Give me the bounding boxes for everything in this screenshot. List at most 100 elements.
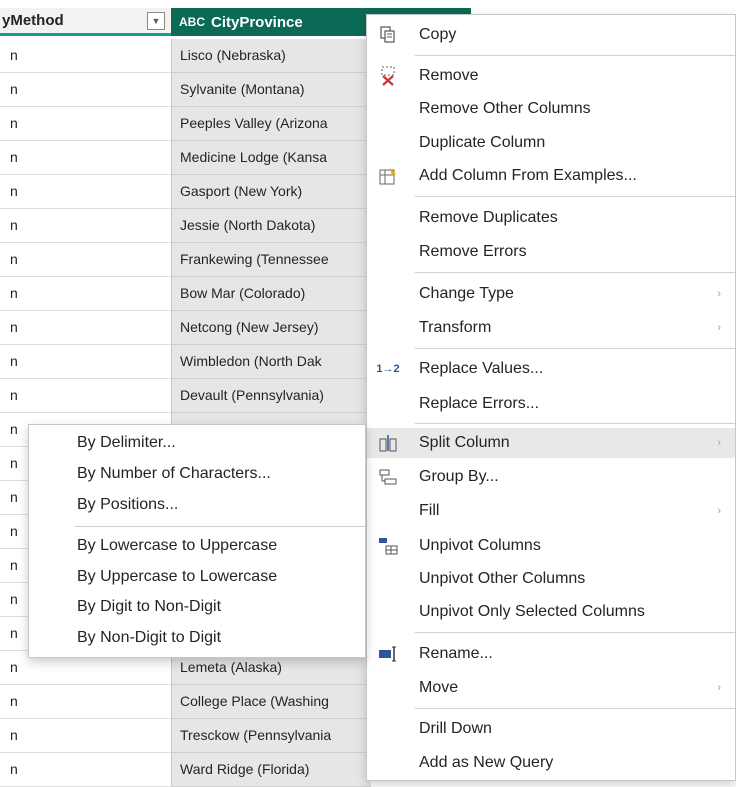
submenu-item-by-number-of-characters[interactable]: By Number of Characters... bbox=[29, 460, 365, 488]
rename-icon bbox=[375, 642, 401, 666]
cityprovince-cell[interactable]: Lisco (Nebraska) bbox=[171, 39, 371, 73]
submenu-item-by-positions[interactable]: By Positions... bbox=[29, 491, 365, 519]
menu-item-label: Remove Other Columns bbox=[419, 100, 591, 117]
method-cell[interactable]: n bbox=[0, 73, 171, 107]
cityprovince-cell[interactable]: Medicine Lodge (Kansa bbox=[171, 141, 371, 175]
method-cell[interactable]: n bbox=[0, 379, 171, 413]
menu-divider bbox=[415, 348, 735, 349]
chevron-right-icon: › bbox=[717, 322, 721, 334]
menu-divider bbox=[415, 272, 735, 273]
cityprovince-cell[interactable]: College Place (Washing bbox=[171, 685, 371, 719]
menu-item-split-column[interactable]: Split Column › bbox=[367, 428, 735, 458]
cityprovince-cell[interactable]: Ward Ridge (Florida) bbox=[171, 753, 371, 787]
method-cell[interactable]: n bbox=[0, 277, 171, 311]
menu-item-move[interactable]: Move › bbox=[367, 673, 735, 703]
cityprovince-cell[interactable]: Jessie (North Dakota) bbox=[171, 209, 371, 243]
submenu-item-label: By Delimiter... bbox=[77, 434, 176, 451]
submenu-item-lowercase-to-uppercase[interactable]: By Lowercase to Uppercase bbox=[29, 532, 365, 560]
menu-divider bbox=[415, 423, 735, 424]
menu-item-replace-values[interactable]: 1→2 Replace Values... bbox=[367, 354, 735, 384]
submenu-item-label: By Uppercase to Lowercase bbox=[77, 568, 278, 585]
menu-item-label: Unpivot Other Columns bbox=[419, 570, 586, 587]
submenu-item-label: By Lowercase to Uppercase bbox=[77, 537, 278, 554]
replace-values-icon: 1→2 bbox=[376, 363, 400, 375]
menu-item-remove-errors[interactable]: Remove Errors bbox=[367, 237, 735, 267]
menu-item-add-as-new-query[interactable]: Add as New Query bbox=[367, 748, 735, 778]
submenu-item-by-delimiter[interactable]: By Delimiter... bbox=[29, 429, 365, 457]
menu-divider bbox=[415, 708, 735, 709]
remove-column-icon bbox=[375, 64, 401, 88]
column-filter-dropdown-icon[interactable]: ▼ bbox=[147, 12, 165, 30]
cityprovince-cell[interactable]: Netcong (New Jersey) bbox=[171, 311, 371, 345]
method-cell[interactable]: n bbox=[0, 753, 171, 787]
method-cell[interactable]: n bbox=[0, 209, 171, 243]
menu-item-remove[interactable]: Remove bbox=[367, 61, 735, 91]
menu-item-label: Unpivot Only Selected Columns bbox=[419, 603, 645, 620]
menu-item-replace-errors[interactable]: Replace Errors... bbox=[367, 389, 735, 419]
cityprovince-cell[interactable]: Wimbledon (North Dak bbox=[171, 345, 371, 379]
menu-item-label: Change Type bbox=[419, 285, 514, 302]
menu-item-label: Fill bbox=[419, 502, 440, 519]
cityprovince-cell[interactable]: Peeples Valley (Arizona bbox=[171, 107, 371, 141]
method-cell[interactable]: n bbox=[0, 345, 171, 379]
cityprovince-cell[interactable]: Tresckow (Pennsylvania bbox=[171, 719, 371, 753]
menu-divider bbox=[415, 55, 735, 56]
copy-icon bbox=[375, 23, 401, 47]
chevron-right-icon: › bbox=[717, 682, 721, 694]
submenu-item-label: By Non-Digit to Digit bbox=[77, 629, 222, 646]
unpivot-icon bbox=[375, 534, 401, 558]
menu-item-label: Unpivot Columns bbox=[419, 537, 541, 554]
menu-divider bbox=[415, 196, 735, 197]
menu-item-label: Rename... bbox=[419, 645, 493, 662]
menu-item-unpivot-other-columns[interactable]: Unpivot Other Columns bbox=[367, 564, 735, 594]
menu-item-drill-down[interactable]: Drill Down bbox=[367, 714, 735, 744]
method-cell[interactable]: n bbox=[0, 107, 171, 141]
text-type-icon[interactable]: ABC bbox=[179, 15, 205, 29]
menu-item-copy[interactable]: Copy bbox=[367, 20, 735, 50]
chevron-right-icon: › bbox=[717, 505, 721, 517]
method-cell[interactable]: n bbox=[0, 39, 171, 73]
menu-item-remove-duplicates[interactable]: Remove Duplicates bbox=[367, 203, 735, 233]
add-column-examples-icon bbox=[375, 164, 401, 188]
menu-item-transform[interactable]: Transform › bbox=[367, 313, 735, 343]
method-cell[interactable]: n bbox=[0, 175, 171, 209]
cityprovince-cell[interactable]: Frankewing (Tennessee bbox=[171, 243, 371, 277]
method-cell[interactable]: n bbox=[0, 243, 171, 277]
submenu-item-uppercase-to-lowercase[interactable]: By Uppercase to Lowercase bbox=[29, 563, 365, 591]
method-cell[interactable]: n bbox=[0, 685, 171, 719]
column-context-menu: Copy Remove Remove Other Columns Duplica… bbox=[366, 14, 736, 781]
menu-item-add-column-from-examples[interactable]: Add Column From Examples... bbox=[367, 161, 735, 191]
menu-item-group-by[interactable]: Group By... bbox=[367, 462, 735, 492]
menu-item-label: Replace Errors... bbox=[419, 395, 540, 412]
menu-divider bbox=[415, 632, 735, 633]
menu-item-unpivot-only-selected-columns[interactable]: Unpivot Only Selected Columns bbox=[367, 597, 735, 627]
submenu-item-digit-to-non-digit[interactable]: By Digit to Non-Digit bbox=[29, 593, 365, 621]
cityprovince-cell[interactable]: Sylvanite (Montana) bbox=[171, 73, 371, 107]
menu-item-label: Split Column bbox=[419, 434, 510, 451]
column-header-method-label: yMethod bbox=[2, 12, 64, 29]
method-cell[interactable]: n bbox=[0, 141, 171, 175]
cityprovince-cell[interactable]: Gasport (New York) bbox=[171, 175, 371, 209]
menu-item-unpivot-columns[interactable]: Unpivot Columns bbox=[367, 531, 735, 561]
group-by-icon bbox=[375, 465, 401, 489]
column-header-cityprovince-label: CityProvince bbox=[211, 13, 303, 31]
submenu-item-label: By Positions... bbox=[77, 496, 179, 513]
chevron-right-icon: › bbox=[717, 288, 721, 300]
menu-item-remove-other-columns[interactable]: Remove Other Columns bbox=[367, 94, 735, 124]
menu-item-fill[interactable]: Fill › bbox=[367, 496, 735, 526]
menu-item-change-type[interactable]: Change Type › bbox=[367, 279, 735, 309]
method-cell[interactable]: n bbox=[0, 311, 171, 345]
menu-item-label: Remove Errors bbox=[419, 243, 527, 260]
menu-item-duplicate-column[interactable]: Duplicate Column bbox=[367, 128, 735, 158]
submenu-item-label: By Number of Characters... bbox=[77, 465, 271, 482]
submenu-item-label: By Digit to Non-Digit bbox=[77, 598, 222, 615]
split-column-icon bbox=[375, 431, 401, 455]
menu-item-label: Add as New Query bbox=[419, 754, 554, 771]
submenu-item-non-digit-to-digit[interactable]: By Non-Digit to Digit bbox=[29, 624, 365, 652]
menu-item-rename[interactable]: Rename... bbox=[367, 639, 735, 669]
method-cell[interactable]: n bbox=[0, 719, 171, 753]
cityprovince-cell[interactable]: Devault (Pennsylvania) bbox=[171, 379, 371, 413]
cityprovince-cell[interactable]: Bow Mar (Colorado) bbox=[171, 277, 371, 311]
column-header-method[interactable]: yMethod ▼ bbox=[0, 8, 171, 36]
menu-item-label: Add Column From Examples... bbox=[419, 167, 637, 184]
